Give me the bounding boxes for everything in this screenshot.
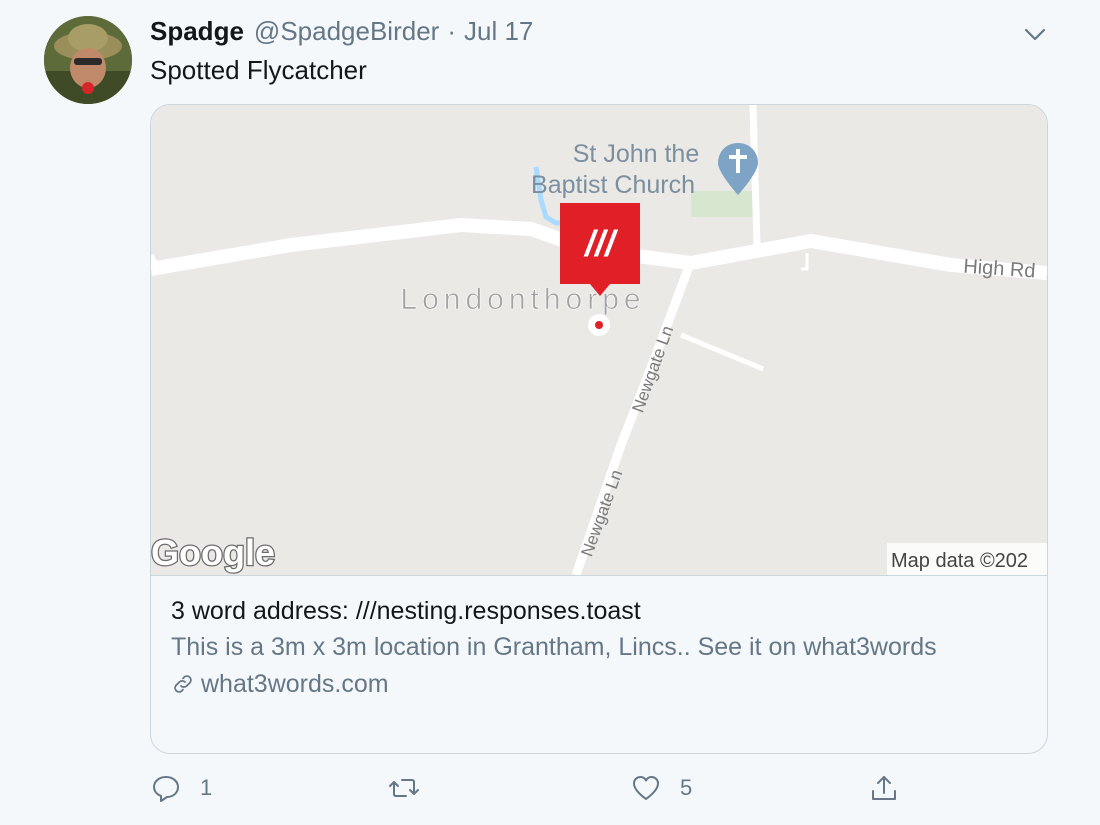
reply-count: 1 (200, 775, 213, 800)
village-label: Londonthorpe (400, 283, 645, 316)
tweet[interactable]: Spadge @SpadgeBirder · Jul 17 Spotted Fl… (0, 0, 1100, 825)
map-canvas: St John the Baptist Church Londonthorpe … (151, 105, 1047, 575)
share-button[interactable] (868, 772, 900, 804)
heart-icon (633, 776, 659, 800)
park-area (691, 191, 753, 217)
link-card[interactable]: St John the Baptist Church Londonthorpe … (150, 104, 1048, 754)
what3words-pin[interactable]: /// (560, 203, 640, 296)
card-link[interactable]: what3words.com (171, 666, 1031, 702)
like-button[interactable]: 5 (630, 772, 692, 804)
card-description: This is a 3m x 3m location in Grantham, … (171, 633, 937, 661)
map-attribution[interactable]: Map data ©202 (891, 550, 1028, 572)
google-logo: Google (151, 532, 275, 573)
tweet-header: Spadge @SpadgeBirder · Jul 17 (150, 16, 533, 52)
pin-label: /// (583, 223, 619, 264)
header-separator: · (447, 16, 456, 46)
avatar-image (44, 16, 132, 104)
user-handle[interactable]: @SpadgeBirder (254, 16, 439, 47)
chevron-down-icon[interactable] (1022, 24, 1048, 44)
retweet-button[interactable] (388, 772, 438, 804)
reply-button[interactable]: 1 (150, 772, 212, 804)
church-label-line1: St John the (573, 140, 699, 168)
link-icon (174, 675, 192, 693)
user-name[interactable]: Spadge (150, 16, 244, 47)
tweet-text: Spotted Flycatcher (150, 55, 367, 85)
church-label-line2: Baptist Church (531, 171, 695, 199)
card-body[interactable]: 3 word address: ///nesting.responses.toa… (171, 593, 1031, 702)
tweet-date[interactable]: Jul 17 (464, 16, 533, 47)
map-preview[interactable]: St John the Baptist Church Londonthorpe … (151, 105, 1047, 576)
road-north (749, 105, 761, 246)
card-title: 3 word address: ///nesting.responses.toa… (171, 597, 641, 625)
retweet-icon (389, 779, 419, 797)
location-dot (595, 321, 603, 329)
like-count: 5 (680, 775, 693, 800)
tweet-actions: 1 5 (150, 772, 1050, 812)
share-icon (872, 776, 896, 800)
card-link-text: what3words.com (201, 670, 389, 698)
reply-icon (153, 776, 179, 802)
avatar[interactable] (44, 16, 132, 104)
